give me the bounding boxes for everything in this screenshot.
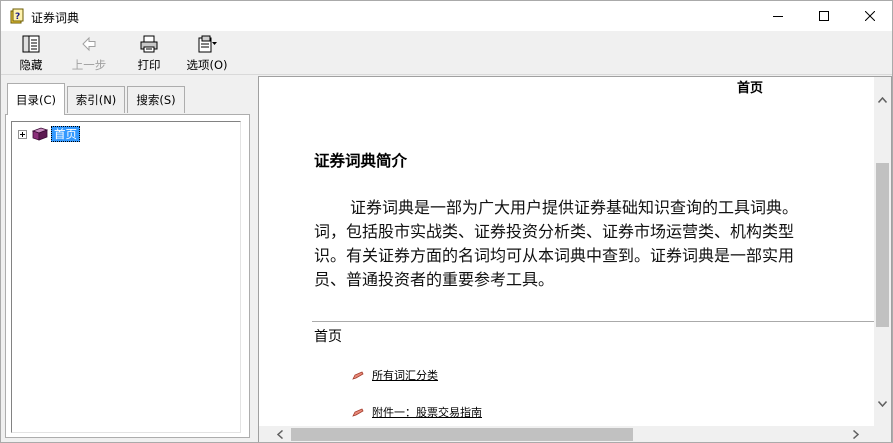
contents-panel: 首页 bbox=[5, 114, 250, 438]
toolbar: 隐藏 上一步 打印 选项(O) bbox=[1, 31, 892, 75]
hide-button[interactable]: 隐藏 bbox=[13, 34, 49, 74]
paragraph-line: 员、普通投资者的重要参考工具。 bbox=[314, 270, 555, 289]
back-button[interactable]: 上一步 bbox=[67, 34, 111, 74]
hide-pane-icon bbox=[22, 35, 40, 53]
tab-contents[interactable]: 目录(C) bbox=[7, 83, 65, 115]
title-bar: ? 证券词典 bbox=[1, 1, 892, 31]
maximize-icon bbox=[819, 11, 829, 21]
link-all-categories[interactable]: 所有词汇分类 bbox=[372, 367, 438, 383]
tab-search[interactable]: 搜索(S) bbox=[127, 86, 185, 113]
window-title: 证券词典 bbox=[31, 11, 80, 25]
chevron-down-icon bbox=[878, 400, 887, 407]
chevron-left-icon bbox=[276, 430, 283, 439]
link-row: 所有词汇分类 bbox=[352, 367, 438, 383]
close-icon bbox=[865, 11, 875, 21]
options-button[interactable]: 选项(O) bbox=[181, 34, 233, 74]
section-label: 首页 bbox=[314, 329, 342, 345]
tab-search-label: 搜索(S) bbox=[136, 93, 176, 107]
scroll-right-button[interactable] bbox=[847, 426, 864, 442]
svg-text:?: ? bbox=[15, 12, 20, 22]
paragraph-line: 证券词典是一部为广大用户提供证券基础知识查询的工具词典。 bbox=[350, 198, 799, 217]
navigation-pane: 目录(C) 索引(N) 搜索(S) 首页 bbox=[1, 76, 254, 442]
hide-label: 隐藏 bbox=[19, 58, 43, 72]
app-window: ? 证券词典 隐藏 上一步 打印 选项(O) 目录(C) 索引(N) 搜索(S)… bbox=[0, 0, 893, 443]
scroll-left-button[interactable] bbox=[271, 426, 288, 442]
back-label: 上一步 bbox=[71, 58, 107, 72]
book-icon bbox=[32, 127, 48, 141]
chevron-right-icon bbox=[852, 430, 859, 439]
print-button[interactable]: 打印 bbox=[131, 34, 167, 74]
document-paragraph: 证券词典是一部为广大用户提供证券基础知识查询的工具词典。 词，包括股市实战类、证… bbox=[314, 196, 874, 292]
scrollbar-corner bbox=[876, 426, 891, 442]
tab-index-label: 索引(N) bbox=[75, 93, 117, 107]
help-book-icon: ? bbox=[10, 8, 24, 24]
expand-icon[interactable] bbox=[18, 129, 27, 139]
print-label: 打印 bbox=[137, 58, 161, 72]
close-button[interactable] bbox=[847, 1, 893, 31]
divider bbox=[312, 321, 874, 322]
link-stock-trading-guide[interactable]: 附件一：股票交易指南 bbox=[372, 404, 482, 420]
scroll-down-button[interactable] bbox=[874, 395, 891, 412]
options-icon bbox=[198, 35, 217, 53]
horizontal-scrollbar[interactable] bbox=[259, 426, 876, 442]
back-arrow-icon bbox=[82, 36, 96, 52]
document-heading: 证券词典简介 bbox=[314, 152, 408, 170]
link-row: 附件一：股票交易指南 bbox=[352, 404, 482, 420]
minimize-icon bbox=[773, 16, 783, 17]
contents-tree[interactable]: 首页 bbox=[11, 121, 241, 433]
tab-contents-label: 目录(C) bbox=[15, 92, 56, 107]
tree-node-home[interactable]: 首页 bbox=[18, 126, 80, 142]
pen-icon bbox=[352, 370, 364, 380]
vertical-scrollbar[interactable] bbox=[874, 77, 891, 426]
pen-icon bbox=[352, 407, 364, 417]
scroll-up-button[interactable] bbox=[874, 91, 891, 108]
printer-icon bbox=[140, 35, 158, 53]
maximize-button[interactable] bbox=[801, 1, 847, 31]
vertical-scroll-thumb[interactable] bbox=[876, 163, 889, 327]
tree-node-label[interactable]: 首页 bbox=[51, 126, 80, 142]
document-pane: 首页 证券词典简介 证券词典是一部为广大用户提供证券基础知识查询的工具词典。 词… bbox=[258, 76, 892, 442]
page-title: 首页 bbox=[737, 81, 764, 96]
paragraph-line: 词，包括股市实战类、证券投资分析类、证券市场运营类、机构类型 bbox=[314, 222, 795, 241]
paragraph-line: 识。有关证券方面的名词均可从本词典中查到。证券词典是一部实用 bbox=[314, 246, 795, 265]
minimize-button[interactable] bbox=[755, 1, 801, 31]
tab-index[interactable]: 索引(N) bbox=[67, 86, 125, 113]
horizontal-scroll-thumb[interactable] bbox=[291, 428, 633, 441]
options-label: 选项(O) bbox=[186, 58, 228, 72]
chevron-up-icon bbox=[878, 96, 887, 103]
